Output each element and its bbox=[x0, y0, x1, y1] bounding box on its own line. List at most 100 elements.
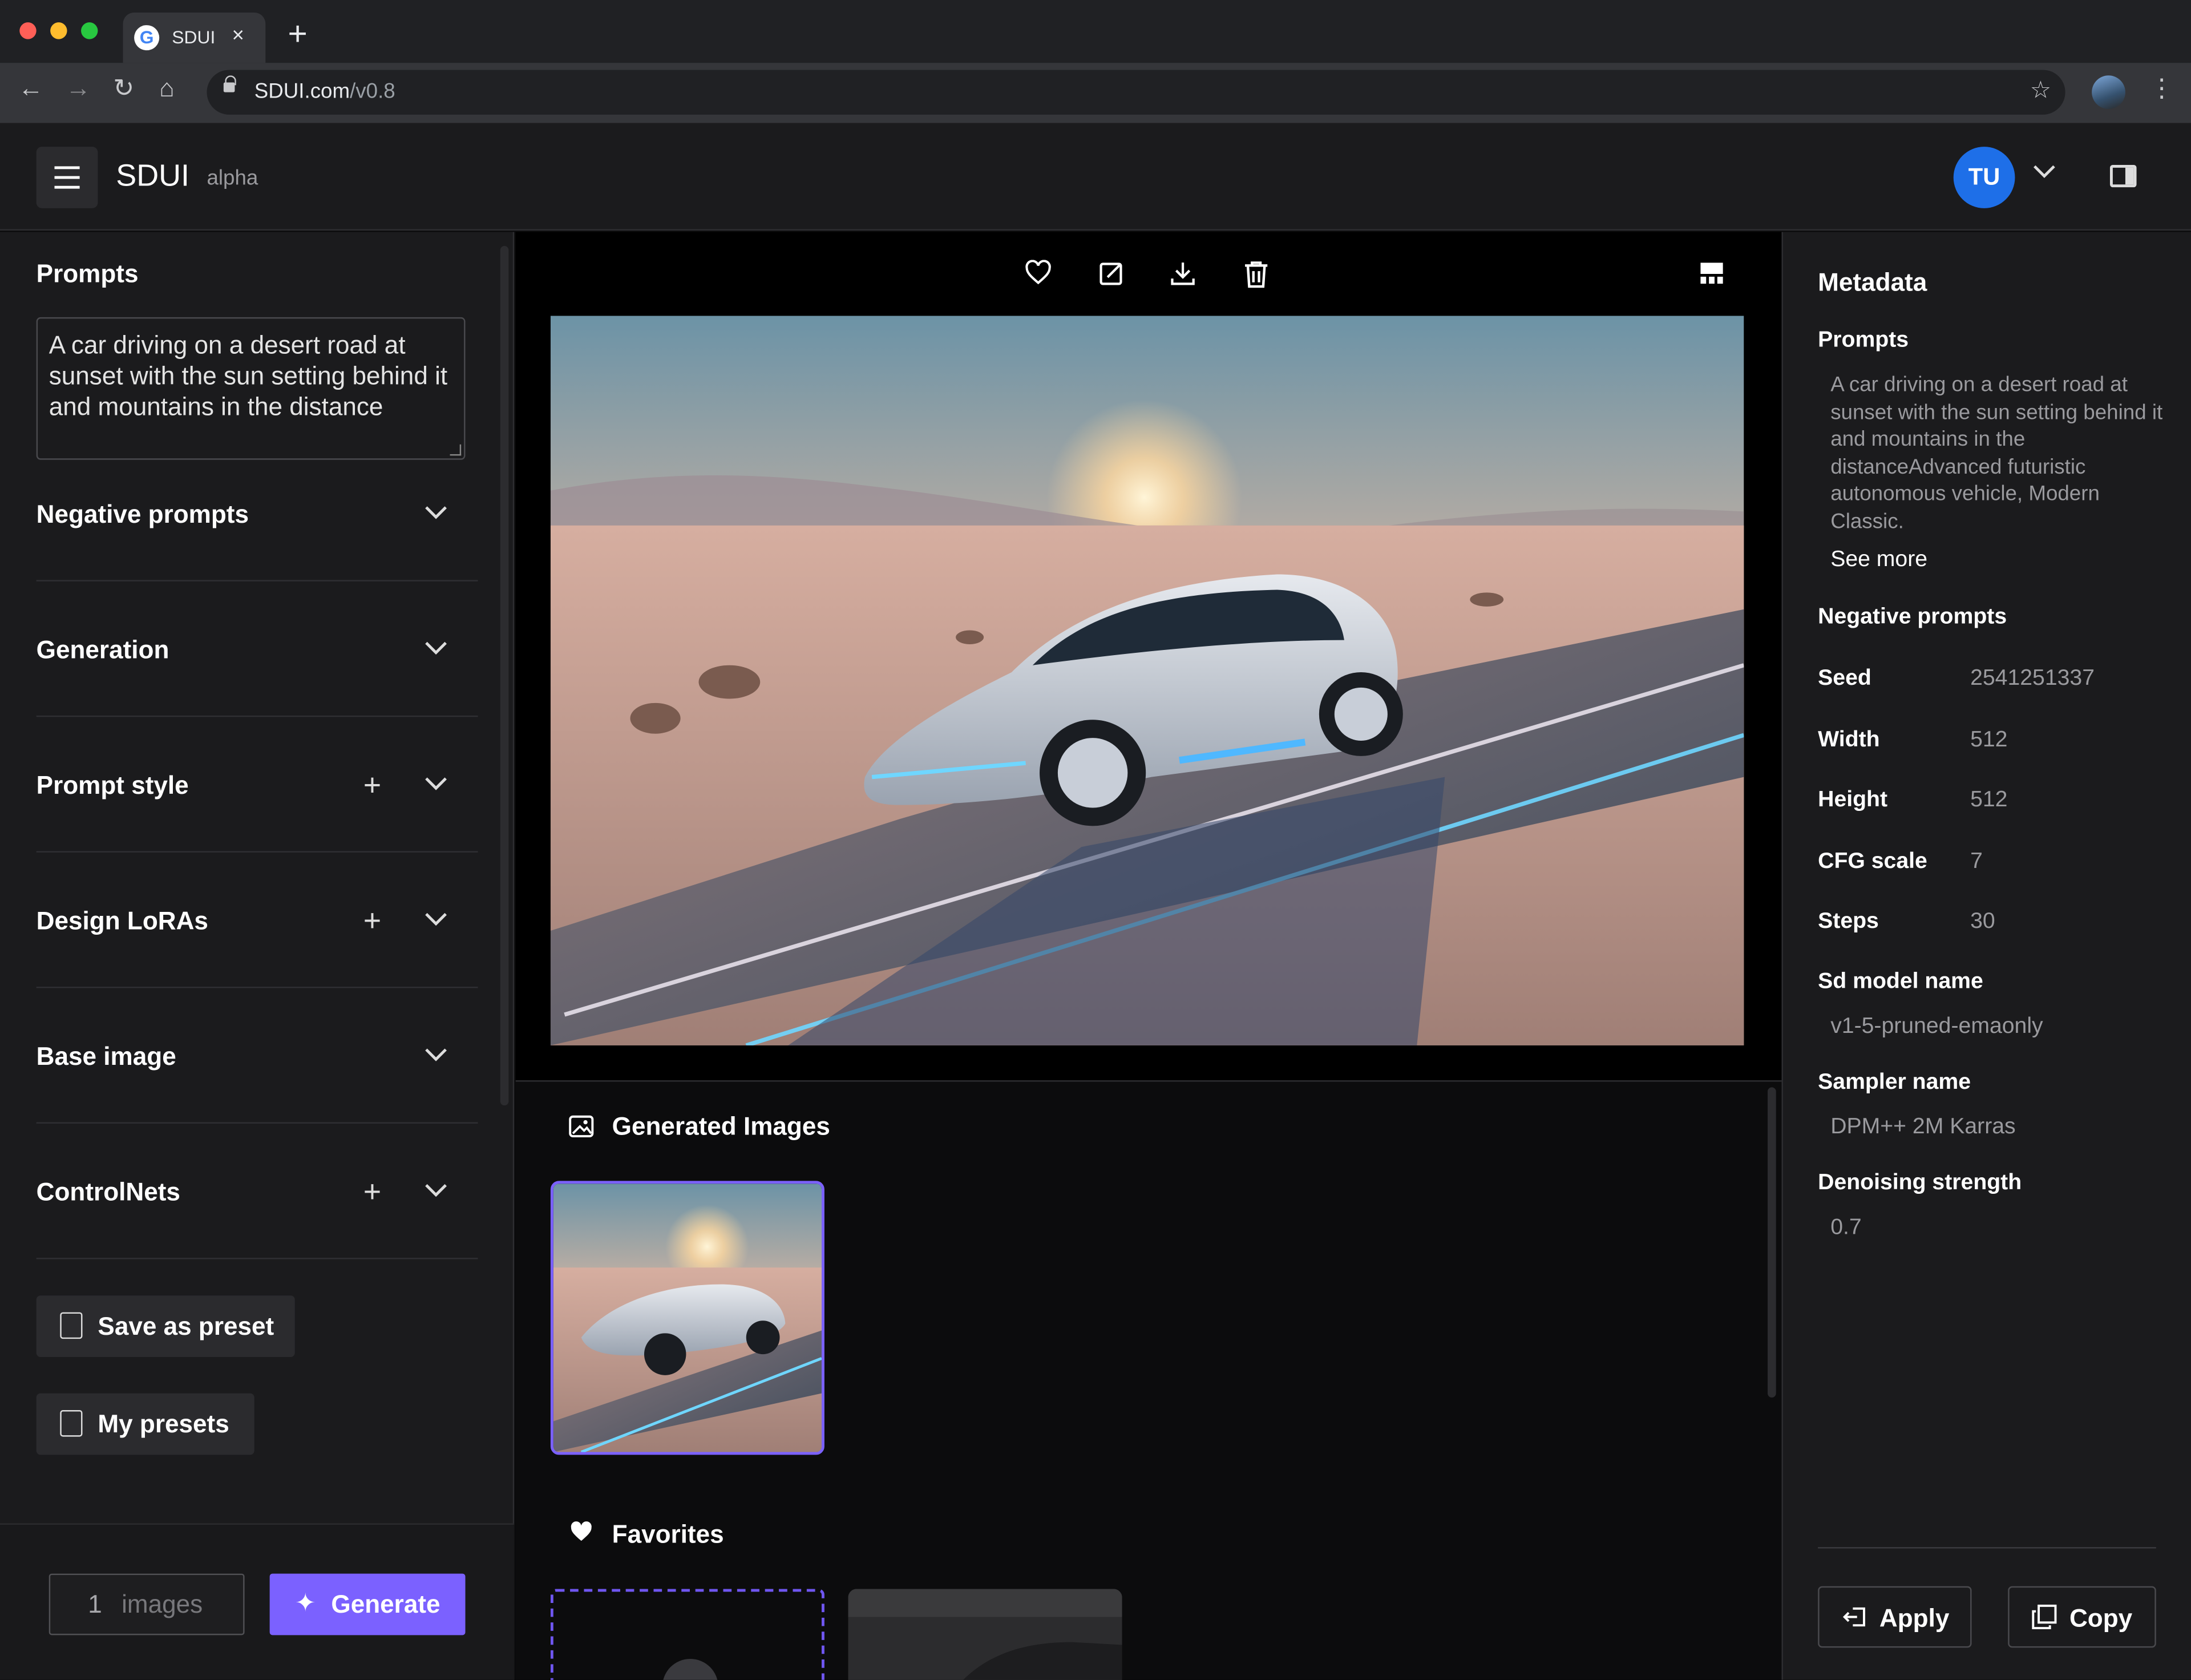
copy-icon bbox=[2032, 1604, 2057, 1630]
generate-button[interactable]: ✦ Generate bbox=[269, 1573, 466, 1635]
accordion-negative-prompts[interactable]: Negative prompts bbox=[36, 500, 478, 581]
apply-icon bbox=[1842, 1607, 1865, 1627]
url-text: SDUI.com/v0.8 bbox=[254, 79, 395, 104]
chevron-down-icon[interactable] bbox=[2033, 165, 2055, 179]
cfg-scale-label: CFG scale bbox=[1818, 849, 1927, 874]
app-name: SDUI bbox=[116, 158, 189, 193]
forward-icon[interactable]: → bbox=[66, 74, 91, 103]
favorites-heading: Favorites bbox=[612, 1520, 724, 1549]
version-badge: alpha bbox=[207, 166, 258, 191]
denoising-strength-value: 0.7 bbox=[1830, 1215, 1862, 1240]
app-window: G SDUI × + ← → ↻ ⌂ SDUI.com/v0.8 ☆ ⋮ SDU… bbox=[0, 0, 2191, 1680]
negative-prompts-label: Negative prompts bbox=[1818, 605, 2007, 629]
chevron-down-icon[interactable] bbox=[425, 912, 447, 926]
image-count-value: 1 bbox=[88, 1590, 102, 1618]
button-label: Generate bbox=[331, 1590, 440, 1618]
my-presets-button[interactable]: My presets bbox=[36, 1393, 254, 1455]
document-icon bbox=[60, 1410, 83, 1437]
chevron-down-icon[interactable] bbox=[425, 506, 447, 520]
layout-grid-icon[interactable] bbox=[1700, 262, 1723, 284]
model-name-label: Sd model name bbox=[1818, 970, 1983, 994]
chevron-down-icon[interactable] bbox=[425, 641, 447, 655]
accordion-base-image[interactable]: Base image bbox=[36, 1042, 478, 1124]
browser-menu-icon[interactable]: ⋮ bbox=[2149, 74, 2174, 103]
accordion-design-loras[interactable]: Design LoRAs + bbox=[36, 905, 478, 988]
hamburger-menu-button[interactable] bbox=[36, 147, 98, 208]
browser-toolbar: ← → ↻ ⌂ SDUI.com/v0.8 ☆ ⋮ bbox=[0, 63, 2191, 123]
add-icon[interactable]: + bbox=[363, 1176, 381, 1207]
main-scrollbar[interactable] bbox=[1767, 1087, 1776, 1398]
panel-toggle-icon[interactable] bbox=[2109, 164, 2137, 188]
image-count-unit: images bbox=[122, 1590, 203, 1618]
save-as-preset-button[interactable]: Save as preset bbox=[36, 1295, 295, 1357]
accordion-label: Design LoRAs bbox=[36, 907, 208, 935]
browser-profile-avatar[interactable] bbox=[2092, 75, 2125, 110]
accordion-prompt-style[interactable]: Prompt style + bbox=[36, 769, 478, 853]
home-icon[interactable]: ⌂ bbox=[159, 74, 175, 103]
prompts-label: Prompts bbox=[1818, 328, 1909, 353]
left-sidebar: Prompts A car driving on a desert road a… bbox=[0, 232, 515, 1680]
sidebar-scrollbar[interactable] bbox=[500, 246, 509, 1106]
accordion-label: Negative prompts bbox=[36, 500, 249, 528]
save-icon bbox=[60, 1312, 83, 1339]
chevron-down-icon[interactable] bbox=[425, 1184, 447, 1197]
favorite-placeholder[interactable] bbox=[550, 1589, 824, 1680]
add-icon[interactable]: + bbox=[363, 769, 381, 800]
add-icon[interactable]: + bbox=[363, 905, 381, 936]
tab-title: SDUI bbox=[172, 26, 216, 48]
generated-image-thumbnail[interactable] bbox=[550, 1181, 824, 1455]
resize-handle-icon[interactable] bbox=[450, 444, 462, 456]
magic-wand-icon: ✦ bbox=[294, 1589, 316, 1617]
prompt-input[interactable]: A car driving on a desert road at sunset… bbox=[36, 317, 466, 460]
cfg-scale-value: 7 bbox=[1970, 849, 1983, 874]
copy-button[interactable]: Copy bbox=[2008, 1586, 2156, 1648]
chevron-down-icon[interactable] bbox=[425, 777, 447, 791]
apply-button[interactable]: Apply bbox=[1818, 1586, 1972, 1648]
back-icon[interactable]: ← bbox=[18, 74, 43, 103]
close-window-icon[interactable] bbox=[19, 22, 37, 39]
edit-icon[interactable] bbox=[1098, 260, 1125, 287]
divider bbox=[1818, 1547, 2156, 1549]
button-label: Copy bbox=[2069, 1604, 2133, 1633]
generated-images-heading: Generated Images bbox=[612, 1112, 830, 1141]
sampler-name-value: DPM++ 2M Karras bbox=[1830, 1115, 2016, 1139]
app-header: SDUI alpha TU bbox=[0, 123, 2191, 231]
browser-tab[interactable]: G SDUI × bbox=[123, 13, 266, 63]
maximize-window-icon[interactable] bbox=[81, 22, 98, 39]
generated-image-preview[interactable] bbox=[550, 316, 1744, 1045]
width-label: Width bbox=[1818, 728, 1880, 752]
image-gallery-icon bbox=[569, 1115, 594, 1137]
button-label: My presets bbox=[98, 1410, 229, 1439]
steps-value: 30 bbox=[1970, 910, 1995, 934]
seed-label: Seed bbox=[1818, 667, 1871, 690]
add-favorite-icon[interactable] bbox=[662, 1658, 718, 1680]
metadata-heading: Metadata bbox=[1818, 268, 1927, 297]
address-bar[interactable]: SDUI.com/v0.8 ☆ bbox=[207, 70, 2065, 115]
bookmark-star-icon[interactable]: ☆ bbox=[2030, 77, 2051, 105]
reload-icon[interactable]: ↻ bbox=[113, 74, 134, 103]
accordion-generation[interactable]: Generation bbox=[36, 636, 478, 717]
heart-outline-icon[interactable] bbox=[1024, 260, 1052, 285]
download-icon[interactable] bbox=[1170, 260, 1196, 287]
height-value: 512 bbox=[1970, 788, 2008, 812]
new-tab-icon[interactable]: + bbox=[288, 18, 307, 52]
image-viewer bbox=[515, 232, 1782, 1082]
heart-filled-icon bbox=[571, 1521, 592, 1541]
image-count-input[interactable]: 1 images bbox=[48, 1573, 245, 1635]
see-more-link[interactable]: See more bbox=[1830, 548, 1927, 573]
model-name-value: v1-5-pruned-emaonly bbox=[1830, 1014, 2043, 1039]
accordion-label: Prompt style bbox=[36, 771, 189, 799]
favorite-image-thumbnail[interactable] bbox=[848, 1589, 1122, 1680]
tab-close-icon[interactable]: × bbox=[232, 24, 244, 48]
trash-icon[interactable] bbox=[1244, 260, 1269, 288]
user-avatar[interactable]: TU bbox=[1953, 147, 2015, 208]
main-area: Generated Images Favorites bbox=[515, 232, 1782, 1680]
thumbnail-image bbox=[553, 1184, 822, 1452]
accordion-controlnets[interactable]: ControlNets + bbox=[36, 1176, 478, 1259]
seed-value: 2541251337 bbox=[1970, 667, 2095, 690]
chevron-down-icon[interactable] bbox=[425, 1048, 447, 1062]
minimize-window-icon[interactable] bbox=[50, 22, 67, 39]
browser-chrome: G SDUI × + ← → ↻ ⌂ SDUI.com/v0.8 ☆ ⋮ bbox=[0, 0, 2191, 123]
accordion-label: Base image bbox=[36, 1042, 176, 1071]
prompt-text: A car driving on a desert road at sunset… bbox=[48, 331, 448, 421]
